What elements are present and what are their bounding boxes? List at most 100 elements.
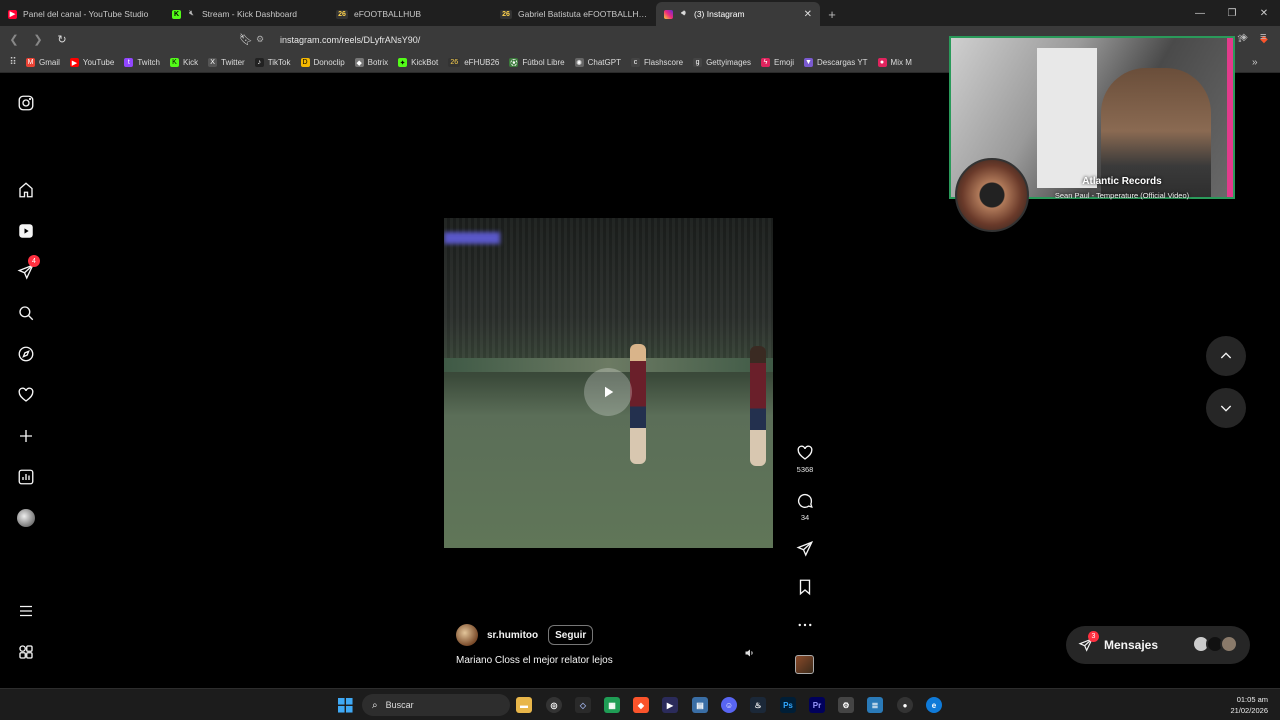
bookmark-descargas-yt[interactable]: ▼ Descargas YT (804, 58, 868, 67)
chat-avatar (1220, 635, 1238, 653)
tab-title: Panel del canal - YouTube Studio (23, 9, 149, 19)
restore-icon[interactable]: ❐ (1216, 0, 1248, 26)
media-app-icon[interactable]: ▶ (662, 697, 678, 713)
bookmark-label: Flashscore (643, 58, 684, 67)
x-twitter-icon: X (208, 58, 218, 67)
settings-gear-icon[interactable]: ⚙ (838, 697, 854, 713)
minimize-icon[interactable]: — (1184, 0, 1216, 26)
bookmark-kick[interactable]: K Kick (170, 58, 198, 67)
site-settings-icon[interactable]: ⚙ (256, 34, 268, 45)
reload-icon[interactable]: ↻ (52, 30, 72, 50)
close-tab-icon[interactable]: ✕ (804, 9, 812, 20)
forward-icon[interactable]: ❯ (28, 30, 48, 50)
save-action[interactable] (792, 578, 818, 596)
tab-title: eFOOTBALLHUB (354, 9, 422, 19)
previous-reel-button[interactable] (1206, 336, 1246, 376)
comment-action[interactable]: 34 (792, 492, 818, 522)
calculator-icon[interactable]: ▤ (692, 697, 708, 713)
bookmark-emoji[interactable]: ϟ Emoji (760, 58, 794, 67)
reel-video[interactable] (444, 218, 773, 548)
bookmark-kickbot[interactable]: ✦ KickBot (398, 58, 438, 67)
create-icon[interactable] (16, 426, 36, 446)
photoshop-icon[interactable]: Ps (780, 697, 796, 713)
taskbar-search-label: Buscar (385, 700, 414, 710)
explore-icon[interactable] (16, 344, 36, 364)
heart-icon[interactable] (16, 385, 36, 405)
original-audio-thumbnail[interactable] (795, 655, 814, 674)
mix-icon: ● (877, 58, 887, 67)
wallet-icon[interactable]: ◈ (1240, 32, 1248, 43)
video-player-figure (630, 344, 646, 464)
back-icon[interactable]: ❮ (4, 30, 24, 50)
bookmark-gmail[interactable]: M Gmail (26, 58, 60, 67)
more-options-action[interactable] (792, 616, 818, 634)
tab-batistuta[interactable]: 26 Gabriel Batistuta eFOOTBALLHUB Juga (492, 2, 656, 26)
futbol-libre-icon: ⚽︎ (509, 58, 519, 67)
follow-button[interactable]: Seguir (548, 625, 594, 645)
close-window-icon[interactable]: ✕ (1248, 0, 1280, 26)
bookmark-tiktok[interactable]: ♪ TikTok (254, 58, 291, 67)
brave-icon[interactable]: ◆ (633, 697, 649, 713)
windows-start-icon[interactable] (337, 697, 353, 713)
volume-button[interactable] (744, 646, 758, 660)
browser-tab-bar: ▶ Panel del canal - YouTube Studio K 🔇︎ … (0, 0, 1280, 26)
menu-icon[interactable]: ≡ (1260, 31, 1266, 43)
edge-icon[interactable]: e (926, 697, 942, 713)
steam-icon[interactable]: ♨ (750, 697, 766, 713)
efootballhub-icon: 26 (336, 9, 348, 19)
instagram-icon (664, 9, 673, 19)
bookmark-flashscore[interactable]: c Flashscore (630, 58, 684, 67)
play-button[interactable] (584, 368, 632, 416)
windows-taskbar: ⌕ Buscar ▬ ◎ ◇ ▦ ◆ ▶ ▤ ☺ ♨ Ps Pr ⚙ ≣ ● e… (0, 688, 1280, 720)
home-icon[interactable] (16, 180, 36, 200)
bookmark-twitch[interactable]: t Twitch (124, 58, 160, 67)
taskbar-search[interactable]: ⌕ Buscar (362, 694, 510, 716)
reel-player[interactable]: sr.humitoo Seguir Mariano Closs el mejor… (444, 90, 773, 677)
author-username[interactable]: sr.humitoo (487, 630, 538, 641)
bookmark-gettyimages[interactable]: g Gettyimages (693, 58, 751, 67)
author-avatar[interactable] (456, 624, 478, 646)
instagram-logo-icon[interactable] (16, 93, 36, 113)
tab-youtube-studio[interactable]: ▶ Panel del canal - YouTube Studio (0, 2, 164, 26)
bookmark-page-icon[interactable]: 🔖︎ (236, 30, 256, 50)
apps-grid-icon[interactable]: ⠿ (0, 57, 26, 68)
tab-title: (3) Instagram (694, 9, 745, 19)
next-reel-button[interactable] (1206, 388, 1246, 428)
url-field[interactable]: ⚙ instagram.com/reels/DLyfrANsY90/ (256, 30, 956, 49)
reels-icon[interactable] (16, 221, 36, 241)
bookmark-efhub26[interactable]: 26 eFHUB26 (448, 58, 499, 67)
notepad-icon[interactable]: ≣ (867, 697, 883, 713)
tab-kick-dashboard[interactable]: K 🔇︎ Stream - Kick Dashboard (164, 2, 328, 26)
kickbot-icon: ✦ (398, 58, 408, 67)
spreadsheet-app-icon[interactable]: ▦ (604, 697, 620, 713)
system-clock[interactable]: 01:05 am 21/02/2026 (1230, 694, 1268, 716)
tab-instagram[interactable]: 🔊︎ (3) Instagram ✕ (656, 2, 820, 26)
premiere-icon[interactable]: Pr (809, 697, 825, 713)
also-from-meta-icon[interactable] (16, 642, 36, 662)
chrome-icon[interactable]: ◎ (546, 697, 562, 713)
messages-pill[interactable]: 3 Mensajes (1066, 626, 1250, 664)
now-playing-track: Sean Paul - Temperature (Official Video) (1054, 191, 1190, 200)
like-action[interactable]: 5368 (792, 444, 818, 474)
more-bookmarks-icon[interactable]: » (1252, 57, 1258, 68)
vscode-like-icon[interactable]: ◇ (575, 697, 591, 713)
bookmark-twitter[interactable]: X Twitter (208, 58, 245, 67)
bookmark-mix[interactable]: ● Mix M (877, 58, 912, 67)
bookmark-youtube[interactable]: ▶ YouTube (69, 58, 114, 67)
messages-icon[interactable]: 4 (16, 255, 40, 282)
now-playing-artist: Atlantic Records (1082, 176, 1162, 187)
dashboard-icon[interactable] (16, 467, 36, 487)
new-tab-button[interactable]: + (820, 2, 844, 26)
discord-icon[interactable]: ☺ (721, 697, 737, 713)
more-menu-icon[interactable] (16, 601, 36, 621)
share-action[interactable] (792, 540, 818, 558)
search-icon[interactable] (16, 303, 36, 323)
bookmark-donoclip[interactable]: D Donoclip (300, 58, 345, 67)
profile-avatar[interactable] (16, 508, 36, 528)
tab-efootballhub[interactable]: 26 eFOOTBALLHUB (328, 2, 492, 26)
file-explorer-icon[interactable]: ▬ (516, 697, 532, 713)
bookmark-futbol-libre[interactable]: ⚽︎ Fútbol Libre (509, 58, 565, 67)
bookmark-botrix[interactable]: ◆ Botrix (354, 58, 388, 67)
bookmark-chatgpt[interactable]: ✺ ChatGPT (574, 58, 621, 67)
obs-icon[interactable]: ● (897, 697, 913, 713)
